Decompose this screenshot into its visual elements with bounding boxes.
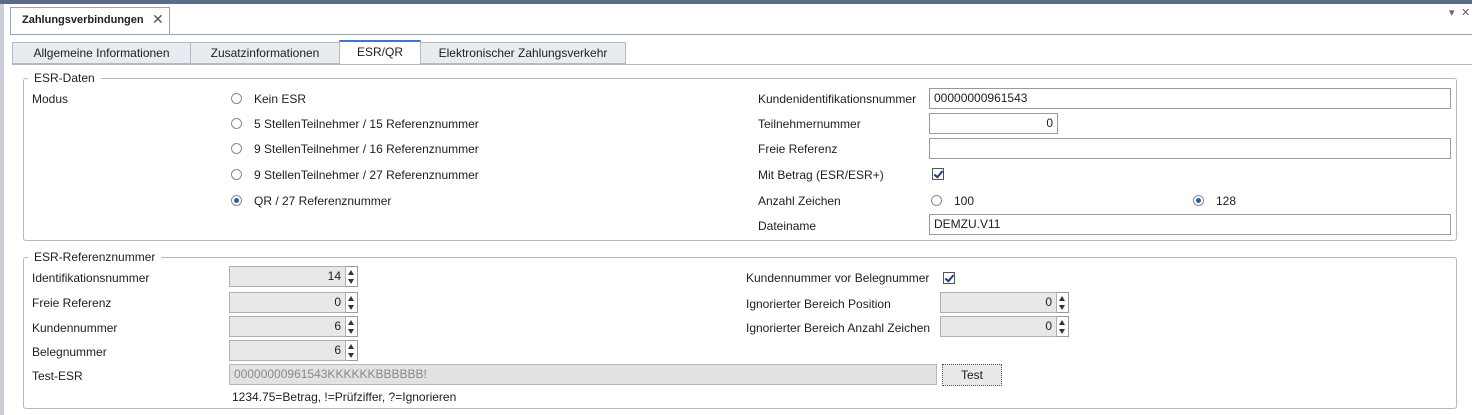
dateiname-label: Dateiname bbox=[758, 219, 817, 233]
kundennummer-label: Kundennummer bbox=[32, 321, 118, 335]
spin-down-icon[interactable] bbox=[348, 279, 354, 284]
kunde-vor-beleg-label: Kundennummer vor Belegnummer bbox=[746, 271, 930, 285]
radio-5-stellen[interactable] bbox=[231, 118, 242, 129]
radio-9-stellen-16-label: 9 StellenTeilnehmer / 16 Referenznummer bbox=[254, 142, 479, 156]
tab-strip: Allgemeine Informationen Zusatzinformati… bbox=[12, 40, 1472, 66]
teilnehmer-input[interactable]: 0 bbox=[929, 113, 1058, 134]
radio-anzahl-128[interactable] bbox=[1193, 195, 1204, 206]
radio-qr-27-label: QR / 27 Referenznummer bbox=[254, 194, 392, 208]
ign-pos-label: Ignorierter Bereich Position bbox=[746, 297, 891, 311]
close-icon[interactable]: ✕ bbox=[152, 11, 164, 28]
spin-up-icon[interactable] bbox=[1059, 296, 1065, 301]
ign-anz-input[interactable]: 0 bbox=[940, 316, 1057, 337]
window-close-icon[interactable]: ✕ bbox=[1461, 6, 1470, 19]
test-button[interactable]: Test bbox=[942, 364, 1002, 386]
identifikationsnummer-spinner[interactable] bbox=[346, 266, 358, 287]
tab-baseline bbox=[12, 64, 1472, 65]
identifikationsnummer-label: Identifikationsnummer bbox=[32, 271, 150, 285]
document-tab-title: Zahlungsverbindungen bbox=[22, 14, 144, 26]
test-esr-input[interactable]: 00000000961543KKKKKKBBBBBB! bbox=[229, 364, 937, 385]
ign-pos-spinner[interactable] bbox=[1057, 292, 1069, 313]
spin-down-icon[interactable] bbox=[348, 353, 354, 358]
freie-referenz-input[interactable] bbox=[929, 138, 1451, 159]
window-top-border bbox=[0, 0, 1472, 4]
radio-anzahl-128-label: 128 bbox=[1216, 194, 1237, 208]
tab-esr-qr[interactable]: ESR/QR bbox=[339, 40, 421, 65]
kundennummer-spinner[interactable] bbox=[346, 316, 358, 337]
teilnehmer-label: Teilnehmernummer bbox=[758, 117, 861, 131]
tab-elektronischer-zahlungsverkehr[interactable]: Elektronischer Zahlungsverkehr bbox=[420, 42, 626, 64]
radio-9-stellen-16[interactable] bbox=[231, 143, 242, 154]
spin-down-icon[interactable] bbox=[348, 305, 354, 310]
window-left-border bbox=[0, 4, 4, 415]
tab-zusatzinformationen[interactable]: Zusatzinformationen bbox=[190, 42, 340, 64]
kunde-vor-beleg-checkbox[interactable] bbox=[943, 272, 955, 284]
radio-kein-esr-label: Kein ESR bbox=[254, 92, 307, 106]
freie-referenz-label: Freie Referenz bbox=[758, 142, 838, 156]
test-esr-label: Test-ESR bbox=[32, 369, 83, 383]
freie-referenz-ref-input[interactable]: 0 bbox=[229, 292, 346, 313]
kundennummer-input[interactable]: 6 bbox=[229, 316, 346, 337]
freie-referenz-ref-label: Freie Referenz bbox=[32, 296, 112, 310]
ign-anz-spinner[interactable] bbox=[1057, 316, 1069, 337]
modus-label: Modus bbox=[32, 92, 69, 106]
radio-anzahl-100-label: 100 bbox=[954, 194, 975, 208]
mit-betrag-checkbox[interactable] bbox=[932, 168, 944, 180]
radio-kein-esr[interactable] bbox=[231, 93, 242, 104]
esr-referenz-legend: ESR-Referenznummer bbox=[28, 250, 162, 264]
radio-9-stellen-27[interactable] bbox=[231, 169, 242, 180]
tab-allgemeine-informationen[interactable]: Allgemeine Informationen bbox=[12, 42, 191, 64]
belegnummer-label: Belegnummer bbox=[32, 345, 107, 359]
radio-5-stellen-label: 5 StellenTeilnehmer / 15 Referenznummer bbox=[254, 117, 479, 131]
document-tab-underline bbox=[10, 34, 1472, 35]
ign-anz-label: Ignorierter Bereich Anzahl Zeichen bbox=[746, 321, 931, 335]
spin-up-icon[interactable] bbox=[1059, 320, 1065, 325]
kundenid-input[interactable]: 00000000961543 bbox=[929, 88, 1451, 109]
radio-9-stellen-27-label: 9 StellenTeilnehmer / 27 Referenznummer bbox=[254, 168, 479, 182]
radio-anzahl-100[interactable] bbox=[931, 195, 942, 206]
belegnummer-spinner[interactable] bbox=[346, 340, 358, 361]
mit-betrag-label: Mit Betrag (ESR/ESR+) bbox=[758, 168, 884, 182]
spin-up-icon[interactable] bbox=[348, 270, 354, 275]
spin-up-icon[interactable] bbox=[348, 296, 354, 301]
esr-daten-legend: ESR-Daten bbox=[28, 71, 101, 85]
dateiname-input[interactable]: DEMZU.V11 bbox=[929, 214, 1451, 235]
test-esr-hint: 1234.75=Betrag, !=Prüfziffer, ?=Ignorier… bbox=[232, 390, 457, 404]
spin-down-icon[interactable] bbox=[1059, 305, 1065, 310]
spin-down-icon[interactable] bbox=[1059, 329, 1065, 334]
spin-up-icon[interactable] bbox=[348, 320, 354, 325]
kundenid-label: Kundenidentifikationsnummer bbox=[758, 92, 917, 106]
spin-down-icon[interactable] bbox=[348, 329, 354, 334]
radio-qr-27[interactable] bbox=[231, 195, 242, 206]
identifikationsnummer-input[interactable]: 14 bbox=[229, 266, 346, 287]
dropdown-icon[interactable]: ▾ bbox=[1449, 6, 1455, 19]
spin-up-icon[interactable] bbox=[348, 344, 354, 349]
freie-referenz-ref-spinner[interactable] bbox=[346, 292, 358, 313]
ign-pos-input[interactable]: 0 bbox=[940, 292, 1057, 313]
anzahl-zeichen-label: Anzahl Zeichen bbox=[758, 194, 841, 208]
belegnummer-input[interactable]: 6 bbox=[229, 340, 346, 361]
